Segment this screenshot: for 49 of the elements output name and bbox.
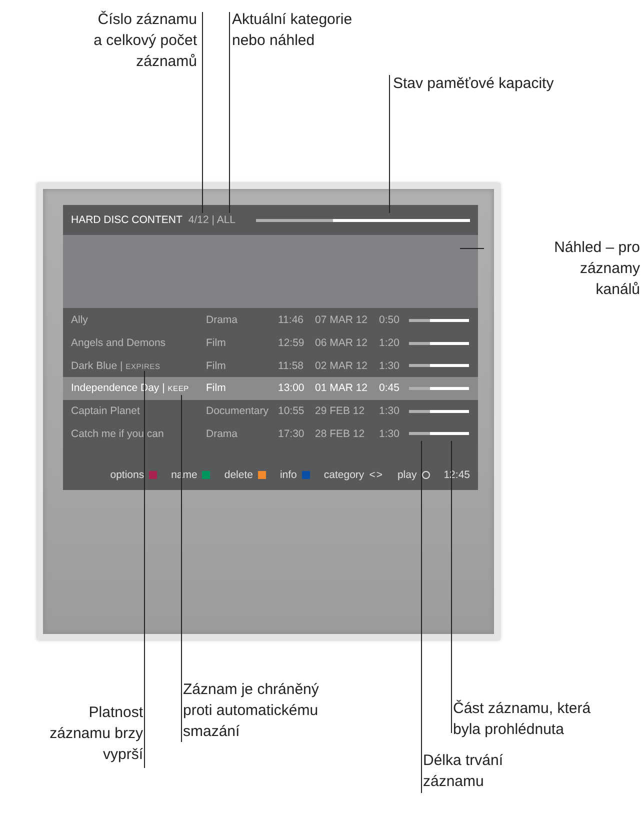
callout-text: Číslo záznamu a celkový počet záznamů — [94, 10, 197, 72]
recording-title: Catch me if you can — [71, 428, 165, 440]
genre-text: Film — [206, 360, 227, 372]
recording-row[interactable]: Ally Drama 11:46 07 MAR 12 0:50 — [63, 309, 478, 332]
date-text: 01 MAR 12 — [315, 382, 369, 394]
callout-text: Délka trvání záznamu — [423, 751, 504, 792]
recording-row[interactable]: Captain Planet Documentary 10:55 29 FEB 12 1:30 — [63, 400, 478, 422]
genre-text: Film — [206, 337, 227, 350]
callout-text: Záznam je chráněný proti automatickému smazání — [183, 680, 319, 742]
genre-text: Documentary — [206, 405, 270, 418]
callout-text: Aktuální kategorie nebo náhled — [232, 10, 352, 51]
recording-title: Ally — [71, 314, 89, 326]
callout-text: Stav paměťové kapacity — [393, 74, 554, 94]
time-text: 17:30 — [278, 428, 306, 440]
key-label: options — [110, 469, 144, 482]
menu-title: HARD DISC CONTENT — [71, 214, 182, 226]
key-label: info — [280, 469, 297, 482]
duration-text: 1:30 — [379, 428, 400, 440]
duration-text: 1:30 — [379, 360, 400, 372]
callout-text: Část záznamu, která byla prohlédnuta — [453, 698, 591, 740]
time-text: 12:59 — [278, 337, 306, 350]
key-label: category — [324, 469, 364, 482]
date-text: 28 FEB 12 — [315, 428, 366, 440]
date-text: 29 FEB 12 — [315, 405, 366, 418]
callout-text: Platnost záznamu brzy vyprší — [50, 703, 143, 765]
recording-title: Captain Planet — [71, 405, 141, 418]
duration-text: 0:50 — [379, 314, 400, 326]
date-text: 07 MAR 12 — [315, 314, 369, 326]
callout-text: Náhled – pro záznamy kanálů — [554, 238, 640, 300]
genre-text: Drama — [206, 428, 239, 440]
recording-row[interactable]: Catch me if you can Drama 17:30 28 FEB 12 1:30 — [63, 422, 478, 446]
time-text: 10:55 — [278, 405, 306, 418]
key-label: delete — [224, 469, 253, 482]
genre-text: Film — [206, 382, 227, 394]
time-text: 11:46 — [278, 314, 304, 326]
record-counter: 4/12 | ALL — [188, 214, 236, 226]
genre-text: Drama — [206, 314, 239, 326]
key-label: play — [397, 469, 417, 482]
leader-line — [460, 248, 484, 249]
time-text: 11:58 — [278, 360, 304, 372]
duration-text: 1:20 — [379, 337, 400, 350]
date-text: 06 MAR 12 — [315, 337, 369, 350]
duration-text: 1:30 — [379, 405, 400, 418]
time-text: 13:00 — [278, 382, 306, 394]
date-text: 02 MAR 12 — [315, 360, 369, 372]
recording-title: Angels and Demons — [71, 337, 167, 350]
duration-text: 0:45 — [379, 382, 400, 394]
recording-row[interactable]: Angels and Demons Film 12:59 06 MAR 12 1:20 — [63, 332, 478, 354]
arrows-symbol: <> — [369, 469, 384, 482]
